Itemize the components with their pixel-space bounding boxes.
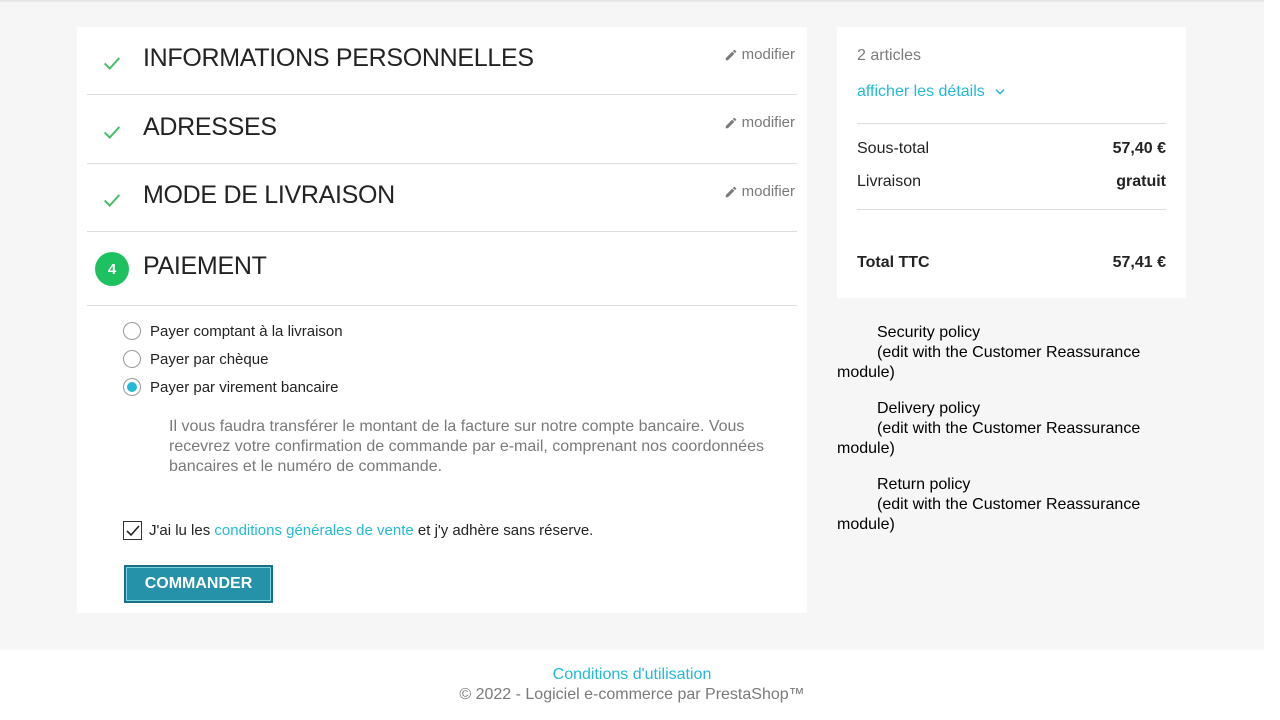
payment-option-label: Payer par virement bancaire [150, 378, 339, 396]
divider [857, 123, 1166, 124]
header-shadow [0, 0, 1264, 3]
reassurance-desc: (edit with the Customer Reassurance modu… [837, 496, 1141, 533]
edit-label: modifier [741, 114, 795, 131]
step-delivery[interactable]: Mode de livraison modifier [87, 164, 797, 232]
scrollbar-track[interactable] [1264, 0, 1280, 720]
check-icon [103, 194, 121, 207]
pencil-icon [725, 117, 736, 128]
pencil-icon [725, 49, 736, 60]
step-title: Paiement [143, 252, 267, 280]
payment-info-text: Il vous faudra transférer le montant de … [169, 418, 764, 475]
check-icon [103, 57, 121, 70]
step-payment: 4 Paiement [87, 232, 797, 306]
edit-link[interactable]: modifier [724, 114, 795, 131]
checkout-steps: Informations personnelles modifier Adres… [77, 27, 807, 613]
reassurance-desc: (edit with the Customer Reassurance modu… [837, 344, 1141, 381]
reassurance-security: Security policy (edit with the Customer … [837, 323, 1157, 383]
step-addresses[interactable]: Adresses modifier [87, 95, 797, 164]
total-value: 57,41 € [1112, 254, 1166, 271]
subtotal-row: Sous-total 57,40 € [857, 140, 1166, 158]
divider [857, 209, 1166, 210]
payment-option-cash[interactable]: Payer comptant à la livraison [123, 322, 343, 340]
shipping-value: gratuit [1116, 173, 1166, 190]
shipping-label: Livraison [857, 173, 922, 190]
radio-button[interactable] [123, 350, 141, 368]
pencil-icon [725, 186, 736, 197]
show-details-link[interactable]: afficher les détails [857, 83, 1007, 101]
cart-item-count: 2 articles [857, 47, 922, 64]
terms-link[interactable]: conditions générales de vente [214, 522, 413, 539]
reassurance-delivery: Delivery policy (edit with the Customer … [837, 399, 1157, 459]
step-number-badge: 4 [95, 252, 129, 286]
reassurance-return: Return policy (edit with the Customer Re… [837, 475, 1157, 535]
cart-summary: 2 articles afficher les détails Sous-tot… [837, 27, 1186, 298]
step-title: Adresses [143, 113, 277, 141]
total-label: Total TTC [857, 254, 930, 271]
terms-of-use-link[interactable]: Conditions d'utilisation [0, 666, 1264, 684]
payment-option-label: Payer par chèque [150, 350, 269, 368]
edit-label: modifier [741, 46, 795, 63]
subtotal-label: Sous-total [857, 140, 930, 157]
radio-button[interactable] [123, 322, 141, 340]
step-title: Mode de livraison [143, 181, 395, 209]
checkmark-icon [126, 525, 140, 537]
step-title: Informations personnelles [143, 44, 534, 72]
reassurance-title: Delivery policy [877, 400, 981, 417]
edit-label: modifier [741, 183, 795, 200]
reassurance-desc: (edit with the Customer Reassurance modu… [837, 420, 1141, 457]
payment-option-wire[interactable]: Payer par virement bancaire [123, 378, 338, 396]
terms-suffix: et j'y adhère sans réserve. [417, 522, 594, 539]
payment-option-label: Payer comptant à la livraison [150, 322, 343, 340]
reassurance-title: Security policy [877, 324, 981, 341]
payment-option-cheque[interactable]: Payer par chèque [123, 350, 268, 368]
subtotal-value: 57,40 € [1112, 140, 1166, 157]
check-icon [103, 126, 121, 139]
terms-prefix: J'ai lu les [149, 522, 211, 539]
total-row: Total TTC 57,41 € [857, 254, 1166, 272]
terms-agreement: J'ai lu les conditions générales de vent… [123, 521, 593, 540]
edit-link[interactable]: modifier [724, 183, 795, 200]
copyright-text: © 2022 - Logiciel e-commerce par PrestaS… [459, 686, 805, 703]
terms-checkbox[interactable] [123, 521, 142, 540]
shipping-row: Livraison gratuit [857, 173, 1166, 191]
page-footer: Conditions d'utilisation © 2022 - Logici… [0, 650, 1264, 720]
radio-button[interactable] [123, 378, 141, 396]
show-details-label: afficher les détails [857, 83, 985, 100]
edit-link[interactable]: modifier [724, 46, 795, 63]
order-button[interactable]: Commander [124, 565, 273, 603]
chevron-down-icon [995, 89, 1005, 95]
step-personal-info[interactable]: Informations personnelles modifier [87, 27, 797, 95]
reassurance-title: Return policy [877, 476, 971, 493]
